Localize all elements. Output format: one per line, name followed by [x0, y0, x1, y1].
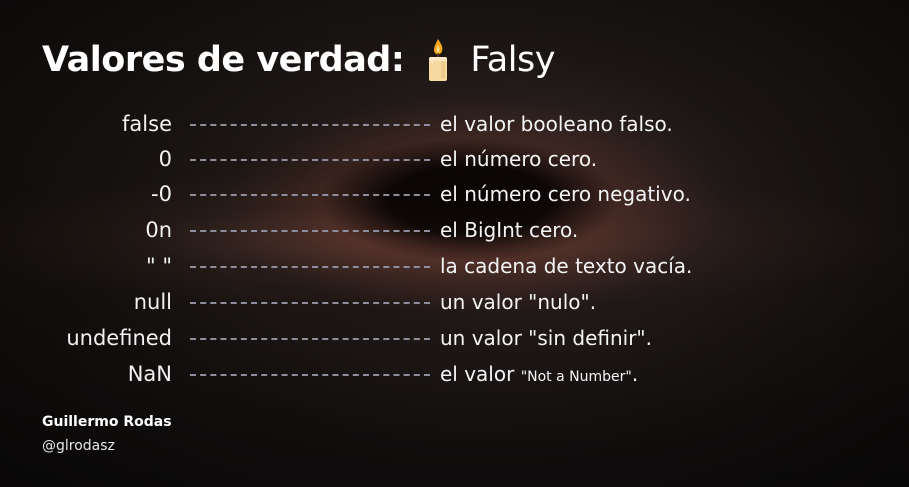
falsy-value: null: [133, 290, 172, 314]
page-title: Valores de verdad: Falsy: [42, 34, 555, 86]
falsy-row: " " la cadena de texto vacía.: [0, 251, 909, 281]
falsy-row: null un valor "nulo".: [0, 287, 909, 317]
falsy-value: " ": [146, 254, 172, 278]
author-name: Guillermo Rodas: [42, 414, 172, 430]
dashed-connector: [190, 302, 430, 304]
falsy-row: NaN el valor "Not a Number".: [0, 359, 909, 389]
falsy-description-end: .: [631, 362, 639, 386]
dashed-connector: [190, 374, 430, 376]
falsy-description: el valor "Not a Number".: [440, 359, 638, 389]
falsy-value: undefined: [66, 326, 172, 350]
dashed-connector: [190, 124, 430, 126]
dashed-connector: [190, 338, 430, 340]
falsy-value: NaN: [127, 362, 172, 386]
falsy-description: un valor "nulo".: [440, 290, 597, 314]
falsy-row: undefined un valor "sin definir".: [0, 323, 909, 353]
falsy-description-small: "Not a Number": [520, 369, 632, 385]
title-main: Valores de verdad:: [42, 40, 405, 80]
falsy-value: 0n: [145, 218, 172, 242]
author-handle: @glrodasz: [42, 438, 115, 454]
falsy-row: 0 el número cero.: [0, 144, 909, 174]
candle-icon: [429, 39, 448, 81]
falsy-row: -0 el número cero negativo.: [0, 179, 909, 209]
falsy-value: false: [122, 112, 172, 136]
falsy-description-text: el valor: [440, 362, 521, 386]
falsy-description: un valor "sin definir".: [440, 326, 652, 350]
falsy-value: -0: [151, 182, 172, 206]
falsy-description: la cadena de texto vacía.: [440, 254, 693, 278]
falsy-description: el valor booleano falso.: [440, 112, 673, 136]
falsy-row: 0n el BigInt cero.: [0, 215, 909, 245]
falsy-description: el número cero.: [440, 147, 598, 171]
dashed-connector: [190, 230, 430, 232]
dashed-connector: [190, 194, 430, 196]
falsy-row: false el valor booleano falso.: [0, 109, 909, 139]
title-sub: Falsy: [470, 40, 555, 80]
falsy-description: el número cero negativo.: [440, 182, 691, 206]
falsy-value: 0: [158, 147, 172, 171]
falsy-description: el BigInt cero.: [440, 218, 579, 242]
dashed-connector: [190, 159, 430, 161]
dashed-connector: [190, 266, 430, 268]
